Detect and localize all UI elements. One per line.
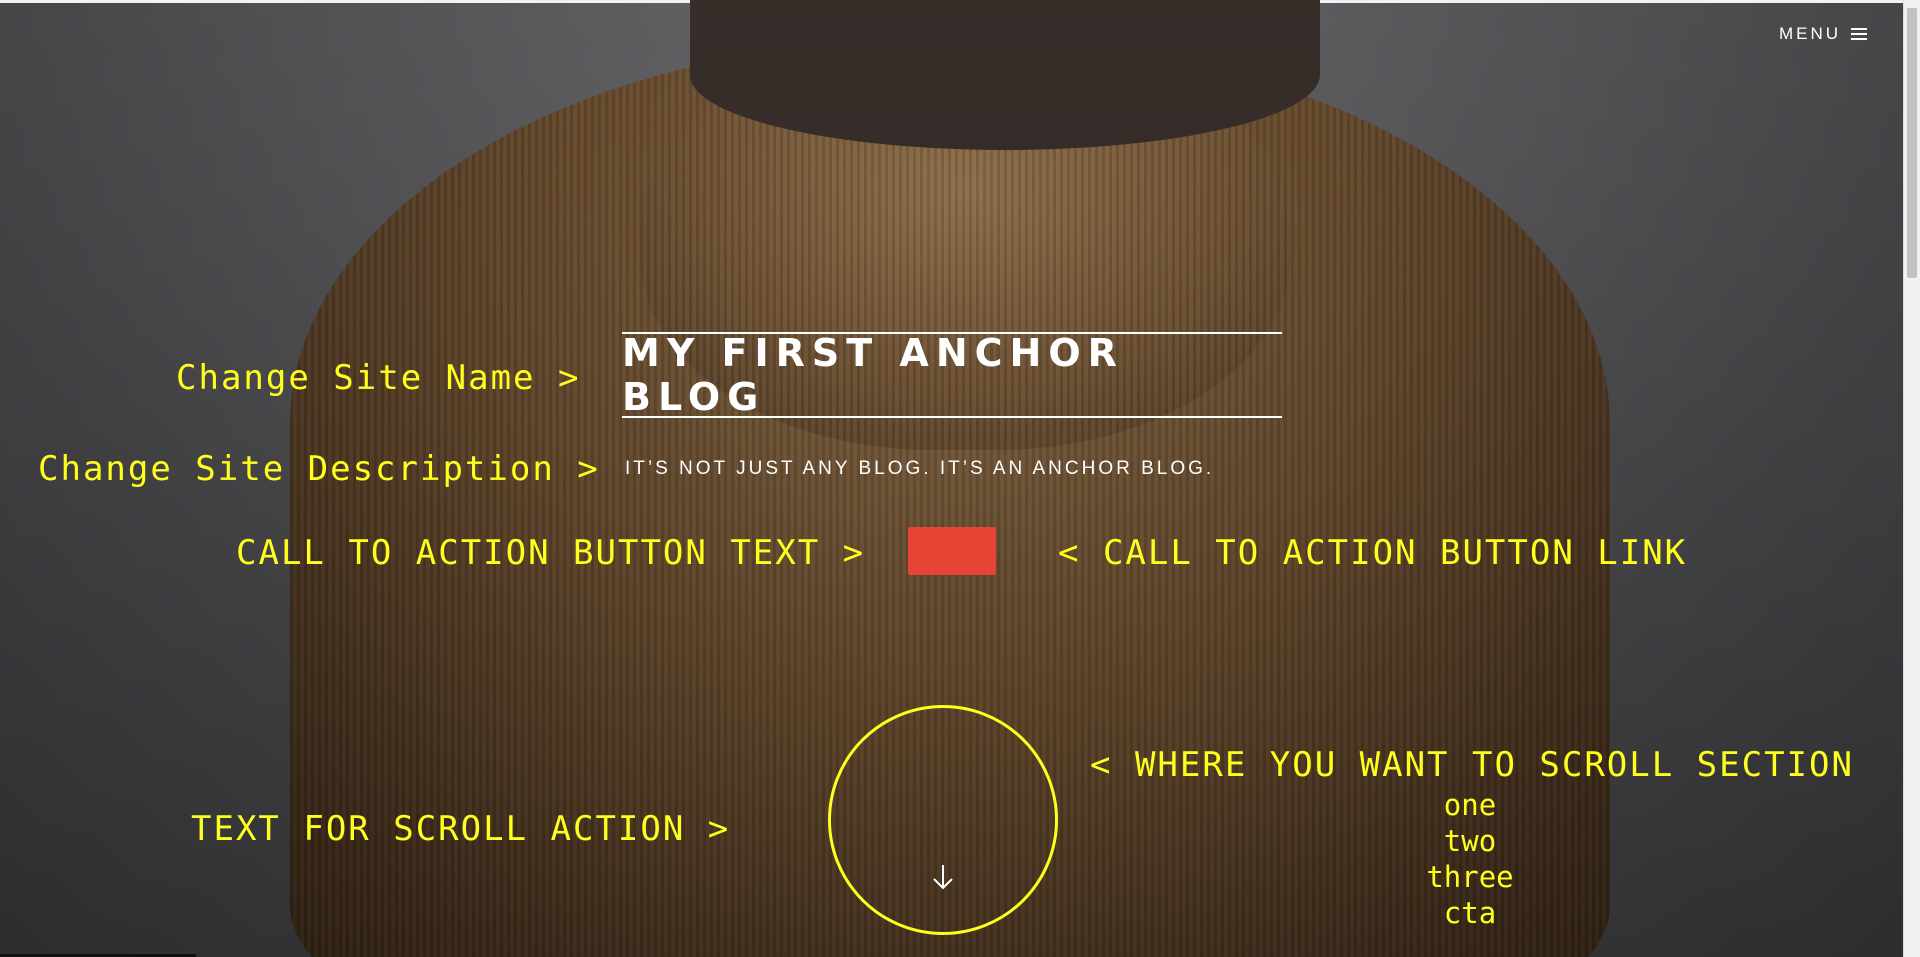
hamburger-icon xyxy=(1851,28,1867,40)
menu-label: MENU xyxy=(1778,24,1841,43)
annotation-site-description: Change Site Description > xyxy=(38,449,600,489)
arrow-down-icon[interactable] xyxy=(930,862,956,892)
annotation-cta-link: < CALL TO ACTION BUTTON LINK xyxy=(1058,533,1688,573)
annotation-scroll-target: < WHERE YOU WANT TO SCROLL SECTION xyxy=(1090,745,1854,785)
site-description: IT’S NOT JUST ANY BLOG. IT’S AN ANCHOR B… xyxy=(625,458,1215,479)
scroll-option: cta xyxy=(1443,896,1497,930)
scroll-option: one xyxy=(1443,788,1497,822)
cta-button[interactable] xyxy=(908,527,996,575)
annotation-cta-text: CALL TO ACTION BUTTON TEXT > xyxy=(236,533,866,573)
page-scrollbar[interactable] xyxy=(1903,0,1920,957)
scroll-option: three xyxy=(1426,860,1514,894)
hero-section: MENU Change Site Name > MY FIRST ANCHOR … xyxy=(0,0,1903,957)
site-title[interactable]: MY FIRST ANCHOR BLOG xyxy=(622,331,1282,419)
scroll-circle-highlight xyxy=(828,705,1058,935)
scrollbar-thumb[interactable] xyxy=(1907,8,1917,278)
scroll-option: two xyxy=(1443,824,1497,858)
annotation-scroll-text: TEXT FOR SCROLL ACTION > xyxy=(191,809,731,849)
menu-button[interactable]: MENU xyxy=(1779,24,1867,44)
site-title-block: MY FIRST ANCHOR BLOG xyxy=(622,331,1282,419)
scroll-section-options: one two three cta xyxy=(1415,787,1525,931)
annotation-site-name: Change Site Name > xyxy=(176,358,581,398)
